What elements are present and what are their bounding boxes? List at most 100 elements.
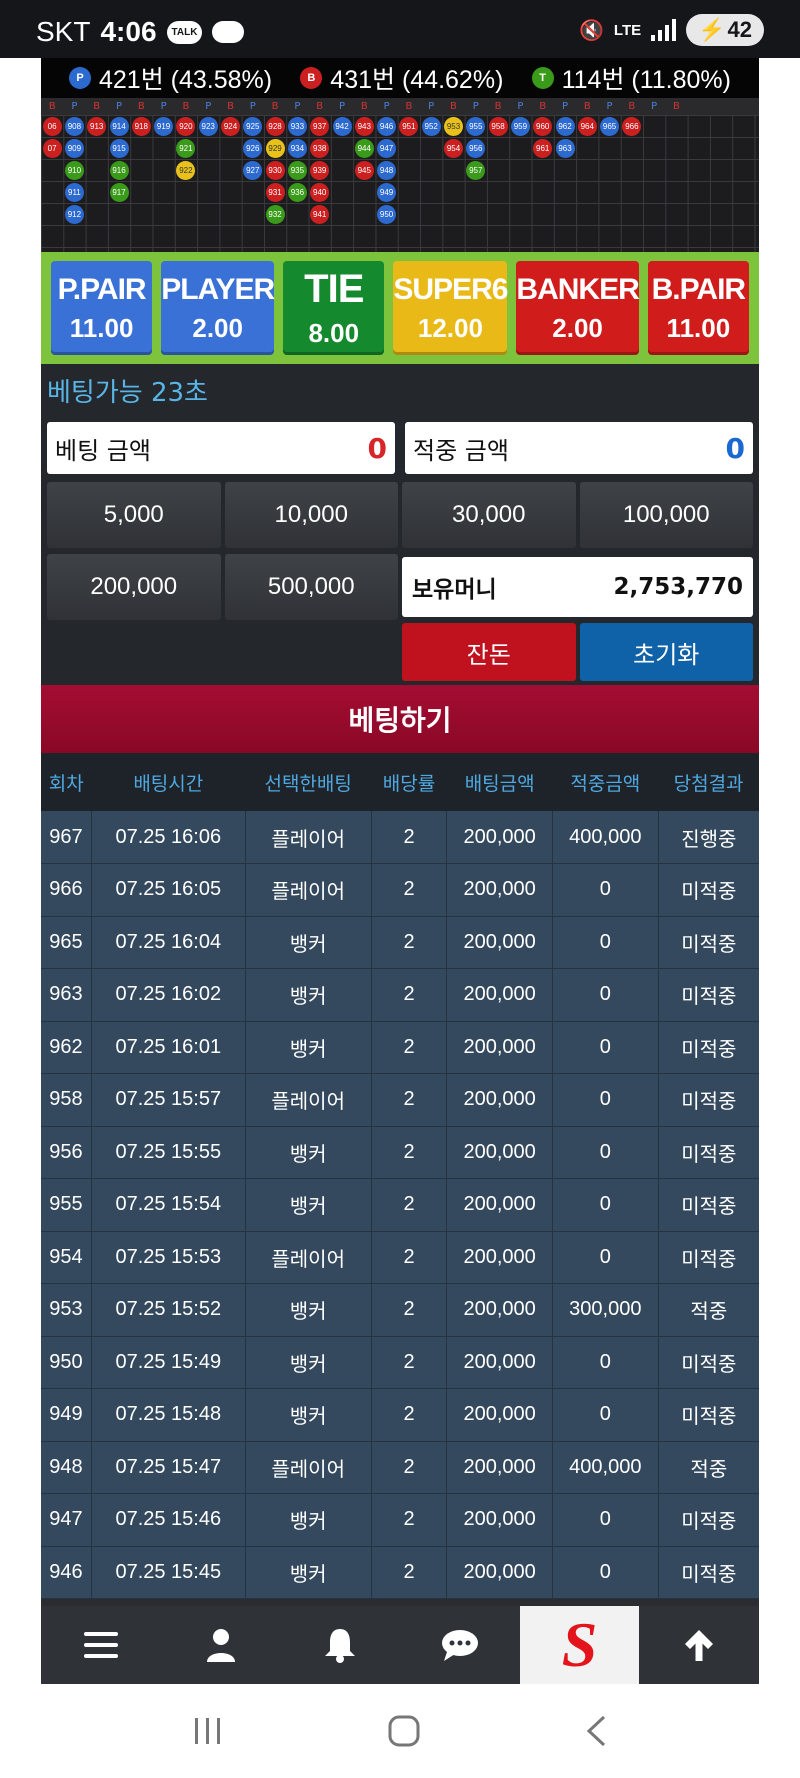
bead-marker: 962 <box>555 116 575 136</box>
bead-marker: 941 <box>310 204 330 224</box>
round-cell: 953 <box>41 1283 92 1337</box>
win-amount-label: 적중 금액 <box>413 436 509 465</box>
bead-road: BPBPBPBPBPBPBPBPBPBPBPBPBPBPB 06 908 913 91… <box>41 98 759 252</box>
bet-amount-cell: 200,000 <box>446 1126 553 1179</box>
bet-amount-cell: 200,000 <box>446 1388 553 1442</box>
table-row: 950 07.25 15:49 뱅커 2 200,000 0 미적중 <box>41 1336 759 1389</box>
bead-marker: 926 <box>243 138 263 158</box>
bet-option-banker[interactable]: BANKER 2.00 <box>516 261 640 355</box>
notifications-button[interactable] <box>280 1606 400 1684</box>
bet-amount-cell: 200,000 <box>446 1021 553 1074</box>
game-panel: P 421번 (43.58%) B 431번 (44.62%) T 114번 (… <box>41 58 759 1606</box>
status-bar: SKT 4:06 TALK 🔇 LTE ⚡ 42 <box>0 0 800 58</box>
chip-button-500000[interactable]: 500,000 <box>224 554 398 620</box>
chat-button[interactable] <box>400 1606 520 1684</box>
bead-marker: 935 <box>287 160 307 180</box>
round-cell: 966 <box>41 863 92 917</box>
bet-amount-cell: 200,000 <box>446 1231 553 1284</box>
bet-option-name: BANKER <box>516 272 639 306</box>
bet-option-super6[interactable]: SUPER6 12.00 <box>393 261 508 355</box>
bet-option-player[interactable]: PLAYER 2.00 <box>161 261 275 355</box>
banker-stat-text: 431번 (44.62%) <box>330 66 504 94</box>
bead-marker: 913 <box>87 116 107 136</box>
odds-cell: 2 <box>371 1546 448 1599</box>
column-header: 선택한배팅 <box>245 753 372 811</box>
bet-option-odds: 8.00 <box>308 318 360 348</box>
bet-option-b-pair[interactable]: B.PAIR 11.00 <box>647 261 749 355</box>
round-cell: 963 <box>41 968 92 1022</box>
result-cell: 적중 <box>658 1283 759 1337</box>
time-cell: 07.25 15:52 <box>91 1283 246 1337</box>
change-button[interactable]: 잔돈 <box>402 623 576 681</box>
road-header-cell: B <box>539 101 547 112</box>
choice-cell: 플레이어 <box>245 1073 372 1127</box>
bet-amount-cell: 200,000 <box>446 1178 553 1232</box>
bet-option-name: P.PAIR <box>57 272 147 306</box>
odds-cell: 2 <box>371 916 448 969</box>
banker-stat: B 431번 (44.62%) <box>300 60 503 96</box>
profile-button[interactable] <box>161 1606 281 1684</box>
road-header-cell: B <box>271 101 279 112</box>
reset-button[interactable]: 초기화 <box>579 623 753 681</box>
bet-amount-cell: 200,000 <box>446 1441 553 1494</box>
table-body: 967 07.25 16:06 플레이어 2 200,000 400,000 진행중 966 0… <box>41 811 759 1599</box>
bead-marker: 957 <box>466 160 486 180</box>
road-grid: 06 908 913 914 918 919 920 923 924 925 928 933 937 94… <box>41 115 759 252</box>
table-row: 966 07.25 16:05 플레이어 2 200,000 0 미적중 <box>41 863 759 917</box>
table-row: 947 07.25 15:46 뱅커 2 200,000 0 미적중 <box>41 1493 759 1547</box>
scroll-top-button[interactable] <box>639 1606 759 1684</box>
chip-button-30000[interactable]: 30,000 <box>402 482 576 548</box>
bet-option-tie[interactable]: TIE 8.00 <box>283 261 385 355</box>
table-row: 958 07.25 15:57 플레이어 2 200,000 0 미적중 <box>41 1073 759 1127</box>
recent-apps-icon[interactable] <box>192 1716 224 1746</box>
mute-icon: 🔇 <box>578 19 604 42</box>
result-cell: 미적중 <box>658 1178 759 1232</box>
bet-amount-cell: 200,000 <box>446 1546 553 1599</box>
place-bet-button[interactable]: 베팅하기 <box>41 685 759 753</box>
chip-button-100000[interactable]: 100,000 <box>579 482 753 548</box>
bead-marker: 915 <box>109 138 129 158</box>
bead-marker: 947 <box>377 138 397 158</box>
table-row: 949 07.25 15:48 뱅커 2 200,000 0 미적중 <box>41 1388 759 1442</box>
win-amount-cell: 0 <box>552 1388 659 1442</box>
bet-option-odds: 11.00 <box>666 312 731 343</box>
odds-cell: 2 <box>371 1021 448 1074</box>
bet-option-p-pair[interactable]: P.PAIR 11.00 <box>51 261 153 355</box>
bead-marker: 958 <box>488 116 508 136</box>
home-icon[interactable] <box>388 1715 420 1747</box>
bead-marker: 938 <box>310 138 330 158</box>
bead-marker: 932 <box>265 204 285 224</box>
time-cell: 07.25 15:49 <box>91 1336 246 1389</box>
table-row: 948 07.25 15:47 플레이어 2 200,000 400,000 적중 <box>41 1441 759 1494</box>
odds-cell: 2 <box>371 1441 448 1494</box>
road-header-cell: B <box>360 101 368 112</box>
time-cell: 07.25 15:57 <box>91 1073 246 1127</box>
choice-cell: 뱅커 <box>245 1126 372 1179</box>
chip-button-5000[interactable]: 5,000 <box>47 482 221 548</box>
site-logo-button[interactable]: S <box>519 1606 640 1684</box>
chip-button-200000[interactable]: 200,000 <box>47 554 221 620</box>
bet-option-odds: 11.00 <box>69 312 134 343</box>
bead-marker: 966 <box>622 116 642 136</box>
player-badge: P <box>69 67 91 89</box>
odds-cell: 2 <box>371 1283 448 1337</box>
chip-grid: 5,000 10,000 30,000 100,000 200,000 500,… <box>47 482 753 620</box>
bet-option-name: SUPER6 <box>393 272 508 306</box>
bet-option-name: PLAYER <box>161 272 275 306</box>
round-cell: 955 <box>41 1178 92 1232</box>
round-cell: 958 <box>41 1073 92 1127</box>
back-icon[interactable] <box>584 1715 608 1747</box>
user-icon <box>206 1629 235 1662</box>
bead-marker: 06 <box>42 116 62 136</box>
balance-label: 보유머니 <box>412 577 497 603</box>
win-amount-value: 0 <box>725 431 745 465</box>
chip-button-10000[interactable]: 10,000 <box>224 482 398 548</box>
time-cell: 07.25 16:01 <box>91 1021 246 1074</box>
bottom-nav: S <box>41 1606 759 1684</box>
bead-marker: 933 <box>287 116 307 136</box>
result-cell: 미적중 <box>658 1021 759 1074</box>
bead-marker: 918 <box>131 116 151 136</box>
road-header-cell: P <box>338 101 346 112</box>
win-amount-cell: 0 <box>552 1021 659 1074</box>
menu-button[interactable] <box>41 1606 161 1684</box>
